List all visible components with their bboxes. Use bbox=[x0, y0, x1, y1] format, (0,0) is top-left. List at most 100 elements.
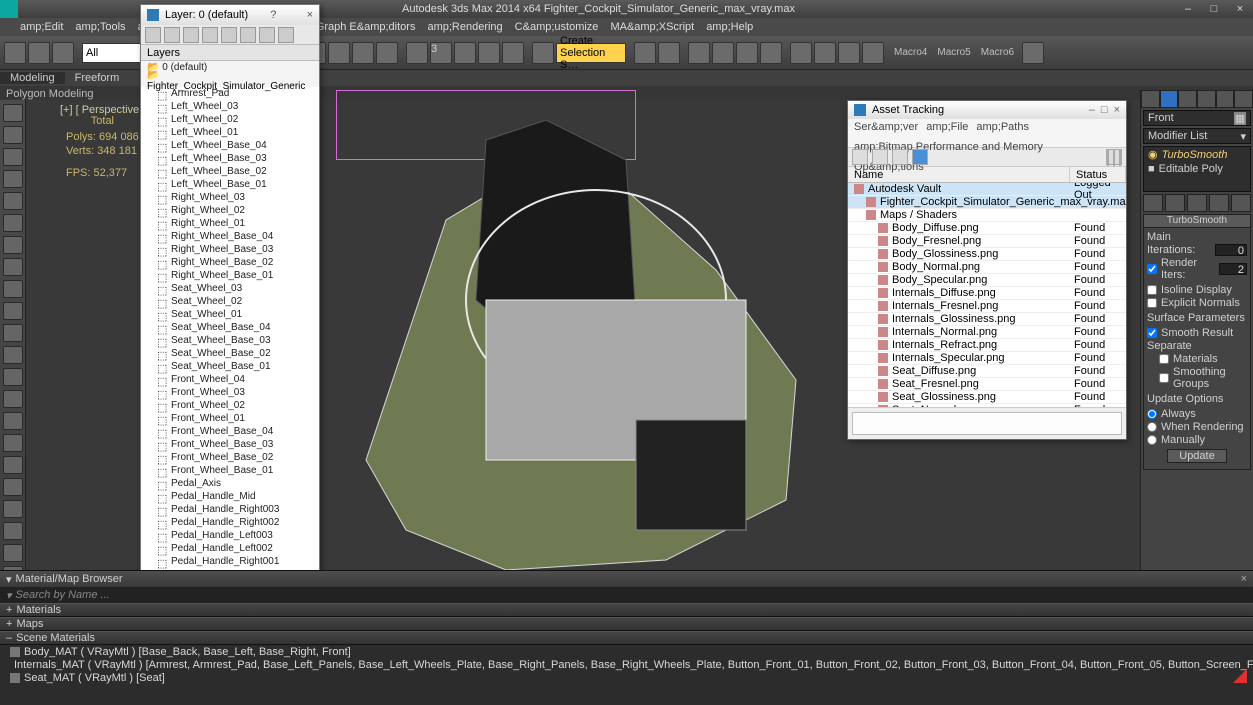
object-row[interactable]: ⬚Seat_Wheel_Base_04 bbox=[141, 321, 319, 334]
object-row[interactable]: ⬚Pedal_Handle_Left002 bbox=[141, 542, 319, 555]
layer-panel-titlebar[interactable]: Layer: 0 (default) ? × bbox=[141, 5, 319, 25]
asset-tool-icon[interactable] bbox=[892, 149, 908, 165]
stack-item[interactable]: ■ Editable Poly bbox=[1144, 162, 1250, 176]
asset-row[interactable]: Internals_Fresnel.pngFound bbox=[848, 300, 1126, 313]
object-row[interactable]: ⬚Front_Wheel_Base_03 bbox=[141, 438, 319, 451]
rail-icon[interactable] bbox=[3, 456, 23, 474]
link-icon[interactable] bbox=[52, 42, 74, 64]
sep-materials-check[interactable]: Materials bbox=[1147, 353, 1247, 365]
asset-row[interactable]: Body_Specular.pngFound bbox=[848, 274, 1126, 287]
object-row[interactable]: ⬚Left_Wheel_Base_01 bbox=[141, 178, 319, 191]
layer-close-button[interactable]: × bbox=[307, 9, 313, 21]
asset-tool-icon[interactable] bbox=[852, 149, 868, 165]
update-button[interactable]: Update bbox=[1167, 449, 1227, 463]
asset-menu-file[interactable]: amp;File bbox=[926, 121, 968, 133]
object-row[interactable]: ⬚Right_Wheel_Base_01 bbox=[141, 269, 319, 282]
object-row[interactable]: ⬚Right_Wheel_01 bbox=[141, 217, 319, 230]
asset-row[interactable]: Seat_Diffuse.pngFound bbox=[848, 365, 1126, 378]
asset-col-status[interactable]: Status bbox=[1070, 167, 1126, 182]
menu-graph-editors[interactable]: Graph E&amp;ditors bbox=[316, 21, 416, 33]
rail-icon[interactable] bbox=[3, 346, 23, 364]
rail-icon[interactable] bbox=[3, 104, 23, 122]
mb-material-item[interactable]: Internals_MAT ( VRayMtl ) [Armrest, Armr… bbox=[0, 658, 1253, 671]
rail-icon[interactable] bbox=[3, 522, 23, 540]
rail-icon[interactable] bbox=[3, 544, 23, 562]
sep-smoothing-check[interactable]: Smoothing Groups bbox=[1147, 366, 1247, 390]
render-iters-check[interactable]: Render Iters:2 bbox=[1147, 257, 1247, 281]
object-row[interactable]: ⬚Left_Wheel_02 bbox=[141, 113, 319, 126]
asset-min-button[interactable]: – bbox=[1089, 104, 1095, 116]
menu-maxscript[interactable]: MA&amp;XScript bbox=[610, 21, 694, 33]
rail-icon[interactable] bbox=[3, 412, 23, 430]
asset-row[interactable]: Seat_Fresnel.pngFound bbox=[848, 378, 1126, 391]
asset-tool-icon[interactable] bbox=[1113, 150, 1115, 166]
render-prod-icon[interactable] bbox=[862, 42, 884, 64]
layer-tool-icon[interactable] bbox=[259, 27, 275, 43]
undo-icon[interactable] bbox=[4, 42, 26, 64]
asset-tool-icon[interactable] bbox=[1119, 150, 1121, 166]
rail-icon[interactable] bbox=[3, 236, 23, 254]
render-setup-icon[interactable] bbox=[790, 42, 812, 64]
close-button[interactable]: × bbox=[1227, 3, 1253, 15]
redo-icon[interactable] bbox=[28, 42, 50, 64]
layer-tool-icon[interactable] bbox=[221, 27, 237, 43]
stack-tool-icon[interactable] bbox=[1209, 194, 1229, 212]
mb-section-materials[interactable]: +Materials bbox=[0, 603, 1253, 617]
asset-titlebar[interactable]: Asset Tracking – □ × bbox=[848, 101, 1126, 119]
script-icon[interactable] bbox=[1022, 42, 1044, 64]
spinner-snap-icon[interactable] bbox=[502, 42, 524, 64]
tool-icon[interactable] bbox=[376, 42, 398, 64]
asset-row[interactable]: Autodesk VaultLogged Out bbox=[848, 183, 1126, 196]
stack-item[interactable]: ◉ TurboSmooth bbox=[1144, 147, 1250, 162]
asset-row[interactable]: Maps / Shaders bbox=[848, 209, 1126, 222]
asset-row[interactable]: Internals_Refract.pngFound bbox=[848, 339, 1126, 352]
layer-tool-icon[interactable] bbox=[202, 27, 218, 43]
stack-tool-icon[interactable] bbox=[1143, 194, 1163, 212]
tab-motion-icon[interactable] bbox=[1197, 90, 1216, 108]
tool-icon[interactable] bbox=[352, 42, 374, 64]
object-row[interactable]: ⬚Seat_Wheel_03 bbox=[141, 282, 319, 295]
layer-tool-icon[interactable] bbox=[183, 27, 199, 43]
macro-button[interactable]: Macro4 bbox=[894, 47, 927, 58]
mirror-icon[interactable] bbox=[634, 42, 656, 64]
asset-row[interactable]: Seat_Glossiness.pngFound bbox=[848, 391, 1126, 404]
object-row[interactable]: ⬚Right_Wheel_03 bbox=[141, 191, 319, 204]
rail-icon[interactable] bbox=[3, 170, 23, 188]
asset-row[interactable]: Body_Fresnel.pngFound bbox=[848, 235, 1126, 248]
menu-customize[interactable]: C&amp;ustomize bbox=[515, 21, 599, 33]
object-row[interactable]: ⬚Pedal_Handle_Right003 bbox=[141, 503, 319, 516]
rail-icon[interactable] bbox=[3, 368, 23, 386]
object-row[interactable]: ⬚Front_Wheel_01 bbox=[141, 412, 319, 425]
layer-tool-icon[interactable] bbox=[164, 27, 180, 43]
explicit-normals-check[interactable]: Explicit Normals bbox=[1147, 297, 1247, 309]
percent-snap-icon[interactable] bbox=[478, 42, 500, 64]
isoline-check[interactable]: Isoline Display bbox=[1147, 284, 1247, 296]
object-row[interactable]: ⬚Left_Wheel_Base_04 bbox=[141, 139, 319, 152]
rail-icon[interactable] bbox=[3, 302, 23, 320]
tab-display-icon[interactable] bbox=[1216, 90, 1235, 108]
object-row[interactable]: ⬚Left_Wheel_03 bbox=[141, 100, 319, 113]
asset-tracking-panel[interactable]: Asset Tracking – □ × Ser&amp;ver amp;Fil… bbox=[847, 100, 1127, 440]
menu-edit[interactable]: amp;Edit bbox=[20, 21, 63, 33]
stack-tool-icon[interactable] bbox=[1165, 194, 1185, 212]
rail-icon[interactable] bbox=[3, 500, 23, 518]
tab-create-icon[interactable] bbox=[1141, 90, 1160, 108]
rail-icon[interactable] bbox=[3, 192, 23, 210]
asset-tool-icon[interactable] bbox=[1107, 150, 1109, 166]
rail-icon[interactable] bbox=[3, 214, 23, 232]
rail-icon[interactable] bbox=[3, 478, 23, 496]
object-row[interactable]: ⬚Right_Wheel_02 bbox=[141, 204, 319, 217]
render-icon[interactable] bbox=[838, 42, 860, 64]
modifier-stack[interactable]: ◉ TurboSmooth ■ Editable Poly bbox=[1143, 146, 1251, 192]
asset-menu-server[interactable]: Ser&amp;ver bbox=[854, 121, 918, 133]
object-row[interactable]: ⬚Seat_Wheel_Base_03 bbox=[141, 334, 319, 347]
asset-col-name[interactable]: Name bbox=[848, 167, 1070, 182]
tab-hierarchy-icon[interactable] bbox=[1178, 90, 1197, 108]
asset-row[interactable]: Internals_Specular.pngFound bbox=[848, 352, 1126, 365]
tab-modify-icon[interactable] bbox=[1160, 90, 1179, 108]
layer-row[interactable]: 📂 Fighter_Cockpit_Simulator_Generic bbox=[141, 74, 319, 87]
mb-close-button[interactable]: × bbox=[1241, 573, 1247, 585]
object-row[interactable]: ⬚Front_Wheel_Base_02 bbox=[141, 451, 319, 464]
asset-row[interactable]: Seat_Normal.pngFound bbox=[848, 404, 1126, 407]
minimize-button[interactable]: – bbox=[1175, 3, 1201, 15]
